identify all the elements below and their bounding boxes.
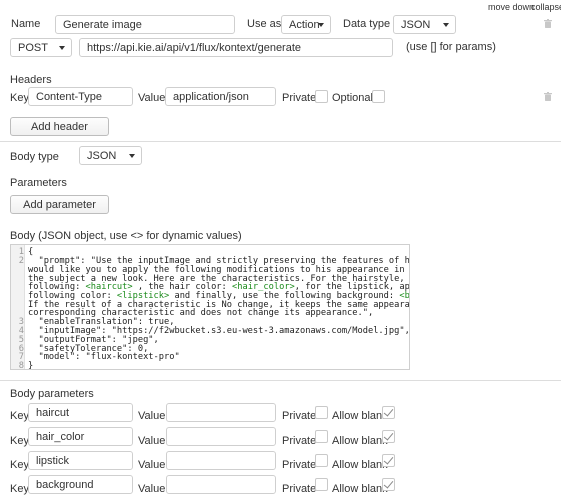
body-param-key-input[interactable]: lipstick: [28, 451, 133, 470]
body-param-value-label: Value: [138, 410, 166, 422]
body-param-private-label: Private: [282, 459, 317, 471]
name-label: Name: [11, 18, 41, 30]
body-param-key-input[interactable]: haircut: [28, 403, 133, 422]
add-header-button[interactable]: Add header: [10, 117, 109, 136]
url-params-hint: (use [] for params): [406, 41, 496, 53]
body-param-allow-blank-label: Allow blank: [332, 483, 388, 495]
code-line: }: [28, 361, 34, 370]
body-param-key-input[interactable]: hair_color: [28, 427, 133, 446]
body-param-value-input[interactable]: [166, 403, 276, 422]
body-param-private-checkbox[interactable]: [315, 454, 328, 467]
body-parameters-heading: Body parameters: [10, 388, 94, 400]
header-optional-label: Optional: [332, 92, 373, 104]
body-param-value-label: Value: [138, 483, 166, 495]
caret-down-icon: [59, 46, 65, 50]
move-down-link[interactable]: move down: [488, 2, 534, 12]
method-select[interactable]: POST: [10, 38, 72, 57]
body-param-key-label: Key: [10, 483, 29, 495]
header-private-label: Private: [282, 92, 317, 104]
caret-down-icon: [318, 23, 324, 27]
body-param-key-label: Key: [10, 435, 29, 447]
body-param-key-label: Key: [10, 459, 29, 471]
section-divider: [0, 380, 561, 381]
body-param-allow-blank-label: Allow blank: [332, 410, 388, 422]
body-param-allow-blank-label: Allow blank: [332, 459, 388, 471]
data-type-select[interactable]: JSON: [393, 15, 456, 34]
code-line: "model": "flux-kontext-pro": [28, 352, 180, 362]
body-param-value-label: Value: [138, 435, 166, 447]
caret-down-icon: [129, 154, 135, 158]
use-as-value: Action: [289, 18, 320, 31]
headers-heading: Headers: [10, 74, 52, 86]
body-param-value-input[interactable]: [166, 451, 276, 470]
body-param-value-input[interactable]: [166, 475, 276, 494]
use-as-label: Use as: [247, 18, 282, 30]
body-param-value-input[interactable]: [166, 427, 276, 446]
use-as-select[interactable]: Action: [281, 15, 331, 34]
body-param-private-checkbox[interactable]: [315, 406, 328, 419]
body-param-private-label: Private: [282, 410, 317, 422]
data-type-label: Data type: [343, 18, 391, 30]
line-number: 2: [18, 256, 24, 266]
allow-blank-checkbox[interactable]: [382, 478, 395, 491]
body-param-private-label: Private: [282, 435, 317, 447]
header-value-label: Value: [138, 92, 166, 104]
allow-blank-checkbox[interactable]: [382, 406, 395, 419]
line-number: 8: [18, 361, 24, 370]
body-json-editor[interactable]: 1 2 3 4 5 6 7 8 { "prompt": "Use the inp…: [10, 244, 410, 370]
body-type-value: JSON: [87, 149, 117, 162]
body-param-private-checkbox[interactable]: [315, 430, 328, 443]
header-key-input[interactable]: Content-Type: [28, 87, 133, 106]
body-param-key-label: Key: [10, 410, 29, 422]
body-param-private-label: Private: [282, 483, 317, 495]
header-optional-checkbox[interactable]: [372, 90, 385, 103]
header-key-label: Key: [10, 92, 29, 104]
url-input[interactable]: https://api.kie.ai/api/v1/flux/kontext/g…: [79, 38, 393, 57]
parameters-heading: Parameters: [10, 177, 67, 189]
body-type-label: Body type: [10, 151, 59, 163]
body-param-allow-blank-label: Allow blank: [332, 435, 388, 447]
allow-blank-checkbox[interactable]: [382, 454, 395, 467]
collapse-link[interactable]: collapse: [531, 2, 561, 12]
header-value-input[interactable]: application/json: [165, 87, 276, 106]
body-param-key-input[interactable]: background: [28, 475, 133, 494]
header-private-checkbox[interactable]: [315, 90, 328, 103]
body-type-select[interactable]: JSON: [79, 146, 142, 165]
section-divider: [0, 141, 561, 142]
allow-blank-checkbox[interactable]: [382, 430, 395, 443]
body-heading: Body (JSON object, use <> for dynamic va…: [10, 230, 242, 242]
caret-down-icon: [443, 23, 449, 27]
add-parameter-button[interactable]: Add parameter: [10, 195, 109, 214]
trash-icon[interactable]: [544, 19, 552, 28]
body-param-value-label: Value: [138, 459, 166, 471]
method-value: POST: [18, 41, 48, 54]
name-input[interactable]: Generate image: [55, 15, 235, 34]
data-type-value: JSON: [401, 18, 431, 31]
trash-icon[interactable]: [544, 92, 552, 101]
body-param-private-checkbox[interactable]: [315, 478, 328, 491]
